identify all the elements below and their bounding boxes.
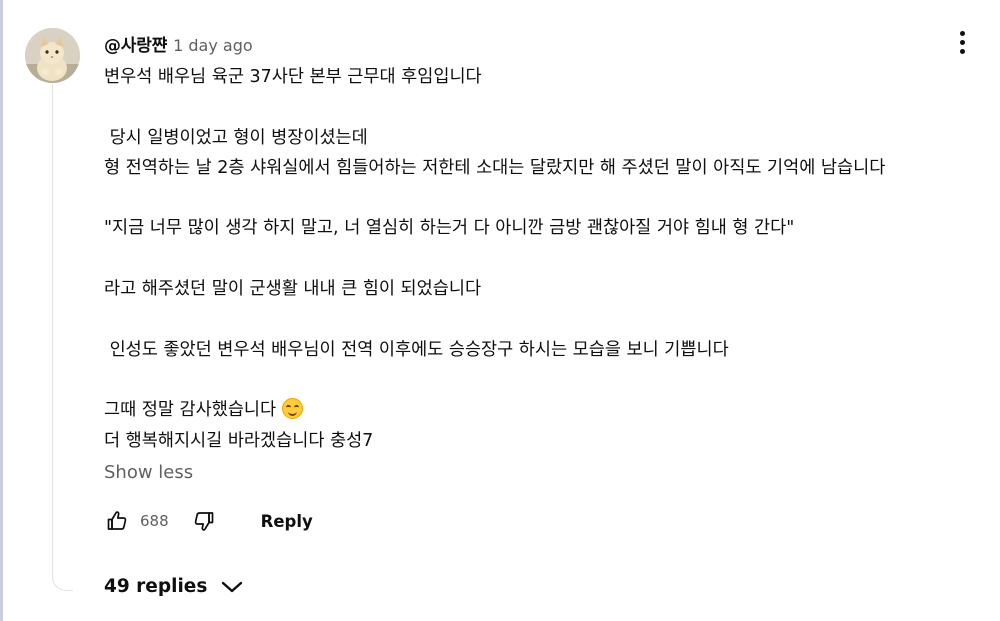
more-options-button[interactable]: [948, 25, 976, 59]
show-less-button[interactable]: Show less: [104, 462, 193, 483]
comment-line-blank: [104, 304, 984, 334]
chevron-down-icon: [221, 580, 243, 594]
replies-count-label: 49 replies: [104, 576, 208, 597]
reply-thread-connector: [52, 84, 73, 591]
dislike-button[interactable]: [191, 508, 217, 534]
comment-line-blank: [104, 365, 984, 395]
like-button[interactable]: [104, 508, 130, 534]
comment-timestamp[interactable]: 1 day ago: [173, 36, 253, 55]
like-count: 688: [140, 512, 169, 530]
comment-line: 형 전역하는 날 2층 샤워실에서 힘들어하는 저한테 소대는 달랐지만 해 주…: [104, 157, 886, 178]
comment-action-bar: 688 Reply: [104, 505, 313, 537]
more-vertical-icon: [959, 30, 965, 36]
view-replies-button[interactable]: 49 replies: [104, 576, 243, 597]
comment-text: 변우석 배우님 육군 37사단 본부 근무대 후임입니다 당시 일병이었고 형이…: [104, 62, 984, 456]
comment-line: 그때 정말 감사했습니다: [104, 400, 277, 421]
comment-line-with-emoji: 그때 정말 감사했습니다: [104, 395, 984, 425]
comment-line: 변우석 배우님 육군 37사단 본부 근무대 후임입니다: [104, 67, 482, 87]
thumbs-down-icon: [194, 512, 213, 531]
more-vertical-icon-dot: [959, 39, 965, 45]
smiling-face-emoji-icon: [282, 398, 304, 420]
comment-line-blank: [104, 92, 984, 122]
comment-line: "지금 너무 많이 생각 하지 말고, 너 열심히 하는거 다 아니깐 금방 괜…: [104, 218, 795, 239]
avatar[interactable]: [25, 28, 80, 83]
comment-line: 라고 해주셨던 말이 군생활 내내 큰 힘이 되었습니다: [104, 279, 482, 300]
comment-line: 인성도 좋았던 변우석 배우님이 전역 이후에도 승승장구 하시는 모습을 보니…: [104, 339, 729, 360]
more-vertical-icon-dot: [959, 48, 965, 54]
comment-line-blank: [104, 244, 984, 274]
comment-header: @사랑쨘 1 day ago: [104, 31, 253, 56]
thumbs-up-icon: [107, 511, 127, 530]
cat-avatar-image: [25, 28, 80, 83]
reply-button[interactable]: Reply: [261, 512, 313, 531]
comment-line-blank: [104, 183, 984, 213]
window-edge: [0, 0, 3, 621]
comment-page: @사랑쨘 1 day ago 변우석 배우님 육군 37사단 본부 근무대 후임…: [0, 0, 1000, 621]
comment-line: 더 행복해지시길 바라겠습니다 충성7: [104, 430, 374, 451]
comment-line: 당시 일병이었고 형이 병장이셨는데: [104, 127, 368, 148]
author-name[interactable]: @사랑쨘: [104, 31, 167, 56]
